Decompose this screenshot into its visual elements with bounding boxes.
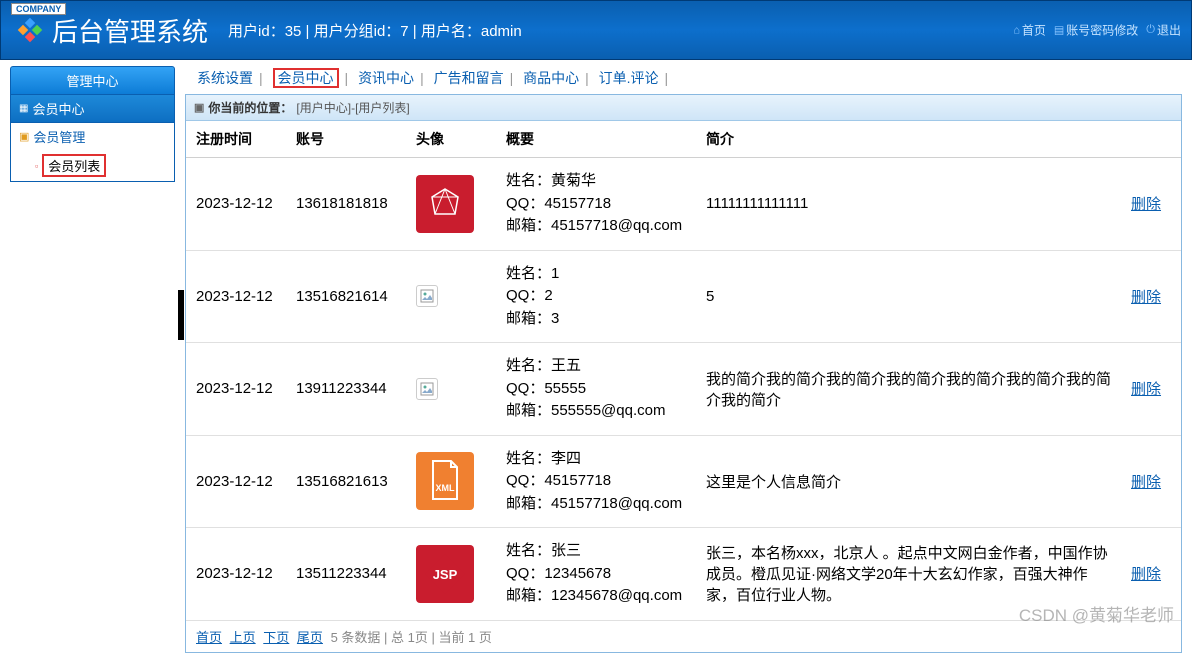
cell-avatar: XML <box>406 435 496 528</box>
cell-op: 删除 <box>1121 343 1181 436</box>
system-title: 后台管理系统 <box>52 12 208 49</box>
company-tag: COMPANY <box>11 3 66 15</box>
power-icon: ⏻ <box>1146 24 1155 37</box>
cell-intro: 11111111111111 <box>696 158 1121 251</box>
cell-account: 13511223344 <box>286 528 406 621</box>
tab-order[interactable]: 订单.评论 <box>599 70 659 86</box>
cell-account: 13516821614 <box>286 250 406 343</box>
location-icon: ▣ <box>194 101 204 114</box>
user-table: 注册时间 账号 头像 概要 简介 2023-12-1213618181818姓名… <box>186 121 1181 621</box>
tab-bar: 系统设置| 会员中心| 资讯中心| 广告和留言| 商品中心| 订单.评论| <box>185 66 1182 94</box>
cell-intro: 这里是个人信息简介 <box>696 435 1121 528</box>
delete-link[interactable]: 删除 <box>1131 566 1161 583</box>
tab-system[interactable]: 系统设置 <box>197 70 253 86</box>
tab-goods[interactable]: 商品中心 <box>523 70 579 86</box>
table-row: 2023-12-1213516821614 姓名：1QQ：2邮箱：35 删除 <box>186 250 1181 343</box>
cell-intro: 张三，本名杨xxx，北京人 。起点中文网白金作者，中国作协成员。橙瓜见证·网络文… <box>696 528 1121 621</box>
sidebar-group-member-manage[interactable]: ▣ 会员管理 <box>11 123 174 150</box>
cell-intro: 我的简介我的简介我的简介我的简介我的简介我的简介我的简介我的简介 <box>696 343 1121 436</box>
cell-time: 2023-12-12 <box>186 158 286 251</box>
cell-summary: 姓名：黄菊华QQ：45157718邮箱：45157718@qq.com <box>496 158 696 251</box>
table-row: 2023-12-1213911223344 姓名：王五QQ：55555邮箱：555… <box>186 343 1181 436</box>
col-op <box>1121 121 1181 158</box>
list-icon: ▤ <box>1054 24 1064 37</box>
table-row: 2023-12-1213618181818 姓名：黄菊华QQ：45157718邮箱… <box>186 158 1181 251</box>
tab-news[interactable]: 资讯中心 <box>358 70 414 86</box>
col-regtime: 注册时间 <box>186 121 286 158</box>
resize-handle[interactable] <box>178 290 184 340</box>
cell-intro: 5 <box>696 250 1121 343</box>
top-bar: COMPANY 后台管理系统 用户id：35 | 用户分组id：7 | 用户名：… <box>0 0 1192 60</box>
content-panel: ▣ 你当前的位置： [用户中心]-[用户列表] 注册时间 账号 头像 概要 简介… <box>185 94 1182 653</box>
cell-time: 2023-12-12 <box>186 435 286 528</box>
cell-avatar: JSP <box>406 528 496 621</box>
user-info: 用户id：35 | 用户分组id：7 | 用户名：admin <box>228 20 522 41</box>
pager-next[interactable]: 下页 <box>263 630 289 645</box>
svg-text:JSP: JSP <box>433 567 458 582</box>
password-link[interactable]: ▤账号密码修改 <box>1054 22 1138 39</box>
table-row: 2023-12-1213516821613 XML 姓名：李四QQ：45157718… <box>186 435 1181 528</box>
tab-member[interactable]: 会员中心 <box>273 68 339 88</box>
tab-ad[interactable]: 广告和留言 <box>434 70 504 86</box>
cell-account: 13618181818 <box>286 158 406 251</box>
delete-link[interactable]: 删除 <box>1131 474 1161 491</box>
cell-time: 2023-12-12 <box>186 528 286 621</box>
sidebar: 管理中心 ▦ 会员中心 ▣ 会员管理 ▫ 会员列表 <box>0 66 175 653</box>
sidebar-header: 管理中心 <box>10 66 175 95</box>
pager-info: 5 条数据 | 总 1页 | 当前 1 页 <box>331 630 492 645</box>
table-row: 2023-12-1213511223344 JSP 姓名：张三QQ：12345678… <box>186 528 1181 621</box>
cell-account: 13911223344 <box>286 343 406 436</box>
cell-time: 2023-12-12 <box>186 343 286 436</box>
cell-summary: 姓名：李四QQ：45157718邮箱：45157718@qq.com <box>496 435 696 528</box>
svg-text:XML: XML <box>436 483 456 493</box>
avatar-ruby-icon <box>416 175 474 233</box>
delete-link[interactable]: 删除 <box>1131 196 1161 213</box>
delete-link[interactable]: 删除 <box>1131 381 1161 398</box>
cell-summary: 姓名：王五QQ：55555邮箱：555555@qq.com <box>496 343 696 436</box>
home-icon: ⌂ <box>1013 24 1020 36</box>
col-intro: 简介 <box>696 121 1121 158</box>
cell-op: 删除 <box>1121 528 1181 621</box>
cell-summary: 姓名：张三QQ：12345678邮箱：12345678@qq.com <box>496 528 696 621</box>
cell-op: 删除 <box>1121 158 1181 251</box>
delete-link[interactable]: 删除 <box>1131 289 1161 306</box>
cell-avatar <box>406 250 496 343</box>
pager-prev[interactable]: 上页 <box>230 630 256 645</box>
pager-last[interactable]: 尾页 <box>297 630 323 645</box>
cell-account: 13516821613 <box>286 435 406 528</box>
grid-icon: ▦ <box>19 103 28 114</box>
cell-avatar <box>406 158 496 251</box>
breadcrumb: ▣ 你当前的位置： [用户中心]-[用户列表] <box>186 95 1181 121</box>
sidebar-item-member-list[interactable]: ▫ 会员列表 <box>11 150 174 181</box>
logo-icon <box>16 16 44 44</box>
square-icon: ▫ <box>35 161 38 171</box>
cell-op: 删除 <box>1121 250 1181 343</box>
avatar-xml-icon: XML <box>416 452 474 510</box>
col-account: 账号 <box>286 121 406 158</box>
logout-link[interactable]: ⏻退出 <box>1146 22 1181 39</box>
cell-op: 删除 <box>1121 435 1181 528</box>
sidebar-section-member[interactable]: ▦ 会员中心 <box>10 95 175 123</box>
main-content: 系统设置| 会员中心| 资讯中心| 广告和留言| 商品中心| 订单.评论| ▣ … <box>175 66 1192 653</box>
cell-time: 2023-12-12 <box>186 250 286 343</box>
avatar-broken-icon <box>416 285 438 307</box>
cell-avatar <box>406 343 496 436</box>
pager: 首页 上页 下页 尾页 5 条数据 | 总 1页 | 当前 1 页 <box>186 621 1181 652</box>
col-avatar: 头像 <box>406 121 496 158</box>
cell-summary: 姓名：1QQ：2邮箱：3 <box>496 250 696 343</box>
home-link[interactable]: ⌂首页 <box>1013 22 1046 39</box>
col-summary: 概要 <box>496 121 696 158</box>
avatar-broken-icon <box>416 378 438 400</box>
pager-first[interactable]: 首页 <box>196 630 222 645</box>
folder-icon: ▣ <box>19 130 29 143</box>
avatar-jsp-icon: JSP <box>416 545 474 603</box>
